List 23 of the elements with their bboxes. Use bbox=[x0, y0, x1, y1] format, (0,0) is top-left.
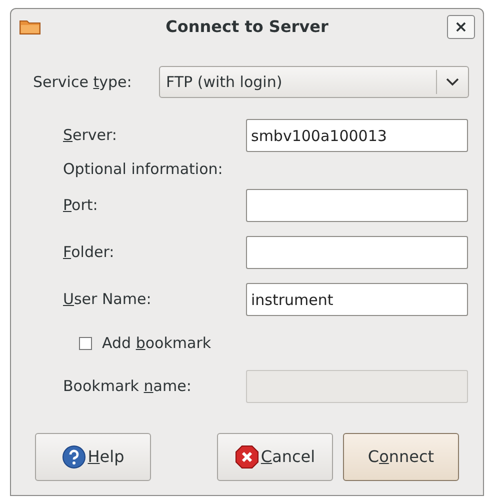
service-type-dropdown[interactable]: FTP (with login) bbox=[159, 66, 469, 98]
section-heading: Optional information: bbox=[63, 158, 223, 180]
checkbox[interactable] bbox=[79, 336, 92, 350]
input-field[interactable] bbox=[246, 236, 468, 269]
connect-button[interactable]: Connect bbox=[343, 433, 459, 481]
cancel-icon bbox=[234, 445, 259, 469]
folder-icon bbox=[19, 19, 41, 35]
service-type-label: Service type: bbox=[33, 72, 133, 93]
help-icon bbox=[62, 445, 86, 469]
window-title: Connect to Server bbox=[166, 16, 328, 38]
field-label: Port: bbox=[63, 195, 99, 216]
help-button[interactable]: Help bbox=[35, 433, 151, 481]
field-label: Server: bbox=[63, 125, 118, 146]
close-button[interactable]: × bbox=[447, 15, 475, 39]
cancel-button[interactable]: Cancel bbox=[217, 433, 333, 481]
input-field[interactable]: smbv100a100013 bbox=[246, 119, 468, 152]
input-field[interactable] bbox=[246, 189, 468, 222]
chevron-down-icon bbox=[446, 78, 459, 86]
field-label: Bookmark name: bbox=[63, 376, 192, 398]
field-label: User Name: bbox=[63, 289, 152, 310]
input-field[interactable]: instrument bbox=[246, 283, 468, 316]
field-label: Folder: bbox=[63, 242, 116, 264]
checkbox-label[interactable]: Add bookmark bbox=[102, 332, 212, 354]
